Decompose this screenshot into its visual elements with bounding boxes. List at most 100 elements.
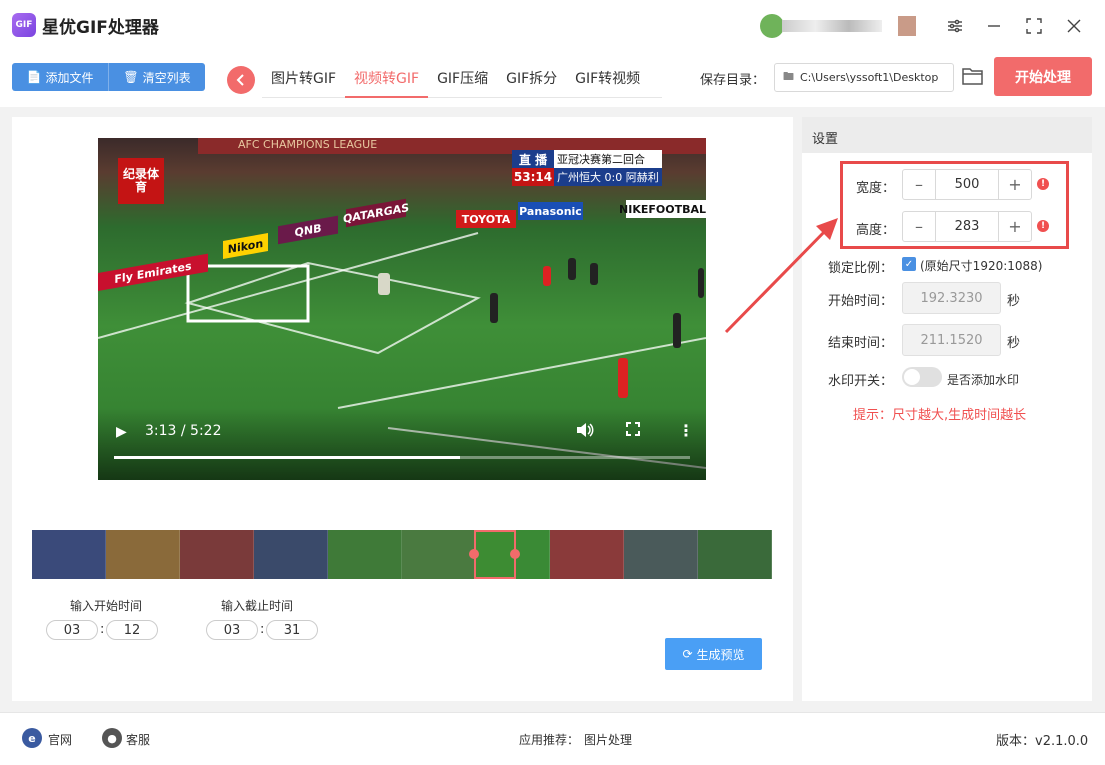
annotation-arrow bbox=[724, 218, 838, 334]
video-timeline-filmstrip[interactable] bbox=[32, 530, 772, 579]
watermark-toggle[interactable] bbox=[902, 367, 942, 387]
original-size-note: (原始尺寸1920:1088) bbox=[920, 259, 1043, 273]
generate-preview-button[interactable]: ⟳ 生成预览 bbox=[665, 638, 762, 670]
time-colon: : bbox=[260, 622, 265, 637]
user-account-area[interactable] bbox=[760, 12, 920, 40]
goalkeeper bbox=[378, 273, 390, 295]
player bbox=[568, 258, 576, 280]
start-second-input[interactable]: 12 bbox=[106, 620, 158, 640]
seconds-unit: 秒 bbox=[1007, 294, 1021, 309]
ad-board: TOYOTA bbox=[456, 210, 516, 228]
timeline-start-handle[interactable] bbox=[469, 549, 479, 559]
live-badge: 直 播 bbox=[512, 150, 554, 168]
timeline-frame bbox=[402, 530, 476, 579]
start-time-field: 192.3230 bbox=[902, 282, 1001, 314]
lock-ratio-label: 锁定比例： bbox=[828, 261, 894, 276]
player bbox=[698, 268, 704, 298]
save-dir-label: 保存目录： bbox=[700, 73, 766, 88]
trash-icon: 🗑 bbox=[123, 70, 139, 84]
tab-image-to-gif[interactable]: 图片转GIF bbox=[262, 62, 345, 98]
add-files-label: 添加文件 bbox=[45, 70, 94, 85]
save-dir-value: C:\Users\yssoft1\Desktop bbox=[800, 71, 939, 84]
website-icon[interactable]: e bbox=[22, 728, 42, 748]
app-title: 星优GIF处理器 bbox=[42, 18, 159, 38]
timeline-frame bbox=[328, 530, 402, 579]
video-progress-bar[interactable] bbox=[114, 456, 690, 459]
website-link[interactable]: 官网 bbox=[48, 731, 72, 748]
seconds-unit: 秒 bbox=[1007, 336, 1021, 351]
match-clock: 53:14 bbox=[512, 168, 554, 186]
play-icon[interactable]: ▶ bbox=[116, 424, 127, 440]
support-link[interactable]: 客服 bbox=[126, 731, 150, 748]
ad-board: NIKEFOOTBALL bbox=[619, 200, 706, 218]
time-colon: : bbox=[100, 622, 105, 637]
watermark-note: 是否添加水印 bbox=[947, 373, 1020, 387]
folder-small-icon: 🖿 bbox=[783, 70, 794, 83]
chat-icon[interactable]: ● bbox=[102, 728, 122, 748]
fullscreen-icon[interactable] bbox=[626, 422, 640, 440]
title-bar bbox=[0, 0, 1105, 52]
end-second-input[interactable]: 31 bbox=[266, 620, 318, 640]
file-button-group: 📄 添加文件 🗑 清空列表 bbox=[12, 63, 205, 91]
video-controls: ▶ 3:13 / 5:22 ⋮ bbox=[98, 408, 706, 480]
app-logo-icon: GIF bbox=[12, 13, 36, 37]
timeline-frame bbox=[698, 530, 772, 579]
start-minute-input[interactable]: 03 bbox=[46, 620, 98, 640]
settings-sliders-icon[interactable] bbox=[943, 14, 967, 38]
settings-header: 设置 bbox=[802, 117, 1092, 153]
tab-gif-split[interactable]: GIF拆分 bbox=[497, 62, 566, 98]
video-time: 3:13 / 5:22 bbox=[145, 423, 222, 439]
timeline-end-handle[interactable] bbox=[510, 549, 520, 559]
refresh-icon: ⟳ bbox=[682, 647, 693, 661]
function-tabs: 图片转GIF 视频转GIF GIF压缩 GIF拆分 GIF转视频 bbox=[262, 62, 662, 98]
timeline-frame bbox=[624, 530, 698, 579]
start-time-input-label: 输入开始时间 bbox=[70, 599, 143, 613]
timeline-frame bbox=[106, 530, 180, 579]
lock-ratio-checkbox[interactable]: ✓ bbox=[902, 257, 916, 271]
end-time-field: 211.1520 bbox=[902, 324, 1001, 356]
volume-icon[interactable] bbox=[576, 422, 594, 442]
scoreboard: 直 播 亚冠决赛第二回合 53:14 广州恒大 0:0 阿赫利 bbox=[512, 150, 662, 186]
timeline-frame bbox=[180, 530, 254, 579]
version-label: 版本：v2.1.0.0 bbox=[996, 734, 1089, 749]
tab-gif-to-video[interactable]: GIF转视频 bbox=[566, 62, 649, 98]
toggle-knob bbox=[904, 369, 920, 385]
end-minute-input[interactable]: 03 bbox=[206, 620, 258, 640]
recommend-link[interactable]: 图片处理 bbox=[584, 731, 632, 748]
size-tip: 提示：尺寸越大,生成时间越长 bbox=[853, 408, 1027, 423]
match-score: 广州恒大 0:0 阿赫利 bbox=[554, 168, 662, 186]
generate-preview-label: 生成预览 bbox=[696, 647, 745, 662]
annotation-highlight-box bbox=[840, 161, 1069, 249]
player bbox=[490, 293, 498, 323]
match-title: 亚冠决赛第二回合 bbox=[554, 150, 662, 168]
timeline-frame bbox=[254, 530, 328, 579]
add-files-button[interactable]: 📄 添加文件 bbox=[12, 63, 108, 91]
player bbox=[618, 358, 628, 398]
save-dir-input[interactable]: 🖿 C:\Users\yssoft1\Desktop bbox=[774, 63, 954, 92]
player bbox=[673, 313, 681, 348]
tab-video-to-gif[interactable]: 视频转GIF bbox=[345, 62, 429, 98]
more-options-icon[interactable]: ⋮ bbox=[678, 421, 694, 440]
clear-list-button[interactable]: 🗑 清空列表 bbox=[108, 63, 205, 91]
start-time-label: 开始时间： bbox=[828, 294, 894, 309]
video-progress-fill bbox=[114, 456, 460, 459]
file-icon: 📄 bbox=[26, 70, 42, 84]
open-folder-icon[interactable] bbox=[962, 66, 986, 90]
watermark-label: 水印开关： bbox=[828, 374, 894, 389]
back-button[interactable] bbox=[227, 66, 255, 94]
start-processing-button[interactable]: 开始处理 bbox=[994, 57, 1092, 96]
chevron-left-icon bbox=[236, 74, 244, 86]
player bbox=[543, 266, 551, 286]
clear-list-label: 清空列表 bbox=[142, 70, 191, 85]
minimize-icon[interactable] bbox=[982, 14, 1006, 38]
recommend-label: 应用推荐： bbox=[519, 733, 580, 747]
timeline-frame bbox=[550, 530, 624, 579]
tab-gif-compress[interactable]: GIF压缩 bbox=[428, 62, 497, 98]
timeline-frame bbox=[32, 530, 106, 579]
video-player[interactable]: AFC CHAMPIONS LEAGUE Fly Emirates Nikon … bbox=[98, 138, 706, 480]
close-icon[interactable] bbox=[1062, 14, 1086, 38]
maximize-icon[interactable] bbox=[1022, 14, 1046, 38]
ad-board: Panasonic bbox=[518, 202, 583, 220]
player bbox=[590, 263, 598, 285]
channel-logo: 纪录体育 bbox=[118, 158, 164, 204]
